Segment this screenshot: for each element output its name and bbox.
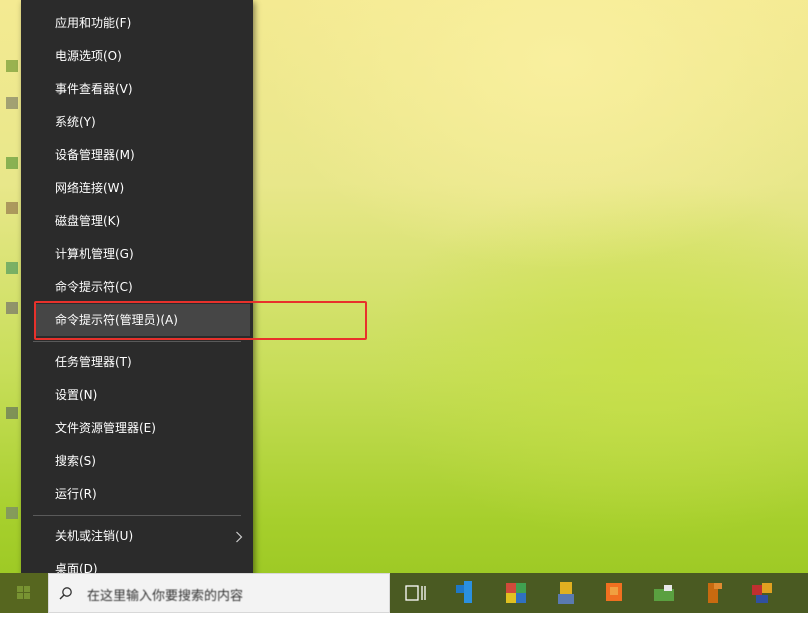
desktop-file-icon[interactable]: [4, 505, 20, 521]
menu-separator: [33, 515, 241, 516]
windows-logo-icon: [17, 586, 30, 599]
menu-item-device-manager[interactable]: 设备管理器(M): [21, 139, 253, 171]
taskbar-search-box[interactable]: 在这里输入你要搜索的内容: [48, 573, 390, 613]
menu-item-system[interactable]: 系统(Y): [21, 106, 253, 138]
search-icon: [59, 587, 72, 600]
start-button[interactable]: [0, 573, 48, 613]
menu-item-shutdown-signout[interactable]: 关机或注销(U): [21, 520, 253, 552]
menu-item-task-manager[interactable]: 任务管理器(T): [21, 346, 253, 378]
desktop-file-icon[interactable]: [4, 155, 20, 171]
menu-item-computer-management[interactable]: 计算机管理(G): [21, 238, 253, 270]
annotation-highlight-box: [34, 301, 367, 340]
desktop-file-icon[interactable]: [4, 300, 20, 316]
desktop-file-icon[interactable]: [4, 58, 20, 74]
chevron-right-icon: [235, 520, 243, 552]
brown-app-icon[interactable]: [700, 579, 728, 607]
menu-item-label: 关机或注销(U): [55, 529, 134, 543]
desktop-file-icon[interactable]: [4, 95, 20, 111]
menu-item-network-connections[interactable]: 网络连接(W): [21, 172, 253, 204]
yellow-app-icon[interactable]: [552, 579, 580, 607]
menu-separator: [33, 341, 241, 342]
orange-app-icon[interactable]: [600, 579, 628, 607]
desktop-file-icon[interactable]: [4, 405, 20, 421]
menu-item-disk-management[interactable]: 磁盘管理(K): [21, 205, 253, 237]
menu-item-power-options[interactable]: 电源选项(O): [21, 40, 253, 72]
desktop-file-icon[interactable]: [4, 200, 20, 216]
menu-item-command-prompt[interactable]: 命令提示符(C): [21, 271, 253, 303]
taskbar: 在这里输入你要搜索的内容: [0, 573, 808, 613]
search-placeholder-text: 在这里输入你要搜索的内容: [87, 589, 244, 604]
multi-app-icon[interactable]: [748, 579, 776, 607]
menu-item-search[interactable]: 搜索(S): [21, 445, 253, 477]
menu-item-apps-features[interactable]: 应用和功能(F): [21, 7, 253, 39]
menu-item-run[interactable]: 运行(R): [21, 478, 253, 510]
winx-context-menu: 应用和功能(F) 电源选项(O) 事件查看器(V) 系统(Y) 设备管理器(M)…: [21, 0, 253, 594]
menu-item-file-explorer[interactable]: 文件资源管理器(E): [21, 412, 253, 444]
task-view-icon[interactable]: [404, 583, 428, 603]
colorful-app-icon[interactable]: [502, 579, 530, 607]
menu-item-settings[interactable]: 设置(N): [21, 379, 253, 411]
green-app-icon[interactable]: [650, 579, 678, 607]
menu-item-event-viewer[interactable]: 事件查看器(V): [21, 73, 253, 105]
blue-app-icon[interactable]: [452, 579, 480, 607]
desktop-file-icon[interactable]: [4, 260, 20, 276]
